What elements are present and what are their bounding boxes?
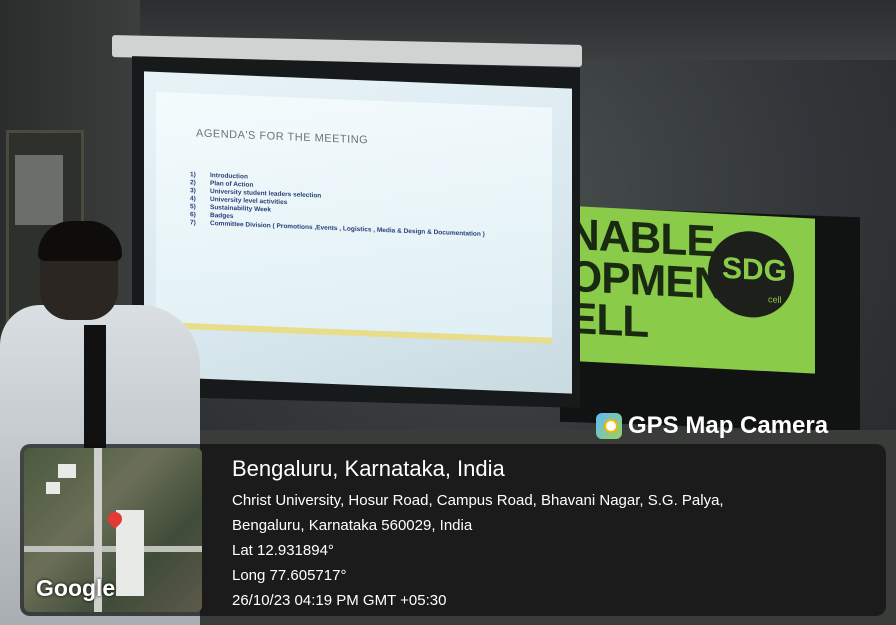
map-building	[46, 482, 60, 494]
gps-brand: GPS Map Camera	[596, 412, 828, 440]
agenda-list: 1) Introduction 2) Plan of Action 3) Univer…	[190, 171, 485, 239]
map-building	[58, 464, 76, 478]
address-line-1: Christ University, Hosur Road, Campus Ro…	[232, 492, 724, 509]
map-thumbnail: Google	[24, 448, 202, 612]
sdg-logo-sub: cell	[768, 294, 782, 305]
gps-map-camera-icon	[596, 413, 622, 439]
presenter-hair	[38, 221, 122, 261]
location-info: Bengaluru, Karnataka, India Christ Unive…	[232, 456, 724, 613]
timestamp: 26/10/23 04:19 PM GMT +05:30	[232, 592, 447, 609]
address-line-2: Bengaluru, Karnataka 560029, India	[232, 517, 473, 534]
sdg-banner: NABLE OPMENT ELL SDG cell	[560, 205, 815, 374]
door-window	[15, 155, 63, 225]
slide: AGENDA'S FOR THE MEETING 1) Introduction …	[156, 91, 552, 344]
longitude: Long 77.605717°	[232, 567, 347, 584]
google-logo: Google	[36, 575, 116, 601]
photo-scene: NABLE OPMENT ELL SDG cell AGENDA'S FOR T…	[0, 0, 896, 625]
latitude: Lat 12.931894°	[232, 542, 334, 559]
brand-label: GPS Map Camera	[628, 412, 829, 439]
sdg-logo-text: SDG	[722, 251, 788, 289]
location-city: Bengaluru, Karnataka, India	[232, 456, 505, 481]
slide-title: AGENDA'S FOR THE MEETING	[196, 127, 369, 147]
